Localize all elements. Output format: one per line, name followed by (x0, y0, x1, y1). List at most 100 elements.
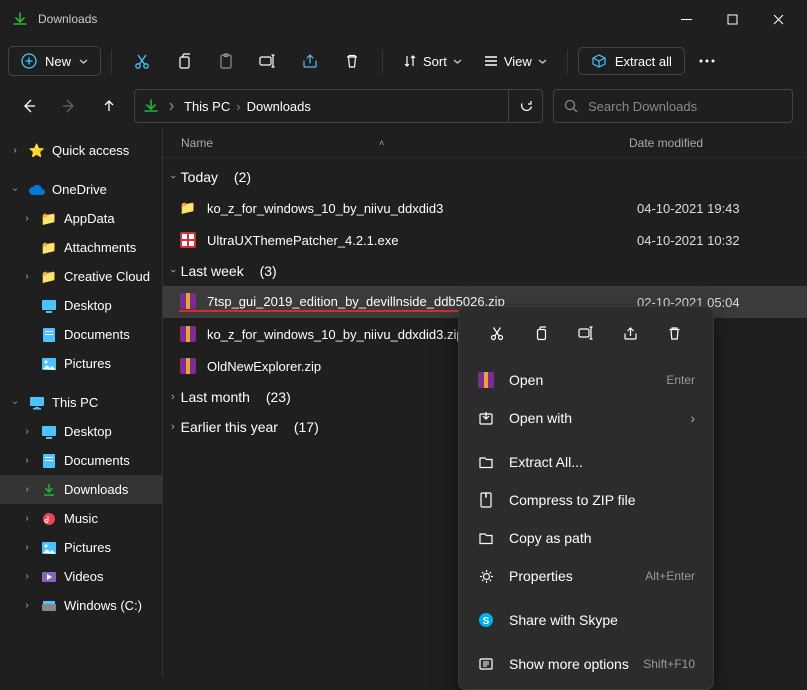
drive-icon (40, 597, 58, 615)
sidebar-item-pictures[interactable]: ›Pictures (0, 533, 162, 562)
window-title: Downloads (38, 12, 663, 26)
downloads-icon (143, 98, 159, 114)
extract-icon (591, 53, 607, 69)
folder-icon: 📁 (179, 199, 197, 217)
folder-icon: 📁 (40, 210, 58, 228)
desktop-icon (40, 297, 58, 315)
folder-icon: 📁 (40, 268, 58, 286)
sidebar-item-pictures-od[interactable]: Pictures (0, 349, 162, 378)
pictures-icon (40, 355, 58, 373)
sidebar-item-desktop[interactable]: ›Desktop (0, 417, 162, 446)
search-icon (564, 99, 578, 113)
sort-label: Sort (423, 54, 447, 69)
group-last-week[interactable]: ›Last week (3) (163, 256, 807, 286)
chevron-down-icon: › (10, 183, 21, 197)
minimize-button[interactable] (663, 0, 709, 38)
sidebar-item-quick-access[interactable]: › ⭐ Quick access (0, 136, 162, 165)
sidebar-item-desktop-od[interactable]: Desktop (0, 291, 162, 320)
separator (567, 49, 568, 73)
ctx-properties[interactable]: PropertiesAlt+Enter (459, 557, 713, 595)
sidebar-item-documents-od[interactable]: Documents (0, 320, 162, 349)
ctx-show-more[interactable]: Show more optionsShift+F10 (459, 645, 713, 683)
titlebar: Downloads (0, 0, 807, 38)
sidebar-item-downloads[interactable]: ›Downloads (0, 475, 162, 504)
star-icon: ⭐ (28, 142, 46, 160)
zip-icon (179, 357, 197, 375)
ctx-extract-all[interactable]: Extract All... (459, 443, 713, 481)
chevron-down-icon (538, 57, 547, 66)
ctx-copy-path[interactable]: Copy as path (459, 519, 713, 557)
column-headers: Name˄ Date modified (163, 128, 807, 158)
videos-icon (40, 568, 58, 586)
sidebar-item-onedrive[interactable]: › OneDrive (0, 175, 162, 204)
forward-button[interactable] (54, 91, 84, 121)
file-row[interactable]: 📁ko_z_for_windows_10_by_niivu_ddxdid304-… (163, 192, 807, 224)
ctx-delete-button[interactable] (658, 319, 692, 347)
cut-icon (133, 52, 151, 70)
crumb-downloads[interactable]: Downloads (247, 99, 311, 114)
chevron-right-icon: › (20, 455, 34, 466)
chevron-right-icon: › (8, 145, 22, 156)
extract-all-button[interactable]: Extract all (578, 47, 685, 75)
ctx-share-skype[interactable]: SShare with Skype (459, 601, 713, 639)
file-row[interactable]: UltraUXThemePatcher_4.2.1.exe04-10-2021 … (163, 224, 807, 256)
sort-icon (403, 54, 417, 68)
view-label: View (504, 54, 532, 69)
close-button[interactable] (755, 0, 801, 38)
ctx-share-button[interactable] (613, 319, 647, 347)
chevron-down-icon (453, 57, 462, 66)
column-name[interactable]: Name˄ (181, 136, 629, 150)
sidebar-item-attachments[interactable]: 📁Attachments (0, 233, 162, 262)
chevron-right-icon: › (20, 426, 34, 437)
chevron-right-icon: › (20, 213, 34, 224)
delete-button[interactable] (332, 43, 372, 79)
up-button[interactable] (94, 91, 124, 121)
sidebar-item-this-pc[interactable]: › This PC (0, 388, 162, 417)
chevron-icon: › (167, 175, 179, 179)
ctx-copy-button[interactable] (525, 319, 559, 347)
maximize-button[interactable] (709, 0, 755, 38)
properties-icon (477, 567, 495, 585)
cut-button[interactable] (122, 43, 162, 79)
svg-text:S: S (483, 616, 490, 627)
ctx-open[interactable]: OpenEnter (459, 361, 713, 399)
sidebar-item-appdata[interactable]: ›📁AppData (0, 204, 162, 233)
copy-button[interactable] (164, 43, 204, 79)
copy-icon (534, 326, 549, 341)
new-button[interactable]: New (8, 46, 101, 76)
ctx-open-with[interactable]: Open with› (459, 399, 713, 437)
sidebar-item-music[interactable]: ›Music (0, 504, 162, 533)
back-button[interactable] (14, 91, 44, 121)
documents-icon (40, 326, 58, 344)
context-icon-row (459, 313, 713, 355)
rename-button[interactable] (248, 43, 288, 79)
paste-button[interactable] (206, 43, 246, 79)
extract-icon (477, 453, 495, 471)
pictures-icon (40, 539, 58, 557)
ctx-rename-button[interactable] (569, 319, 603, 347)
separator (382, 49, 383, 73)
exe-icon (179, 231, 197, 249)
column-date[interactable]: Date modified (629, 136, 789, 150)
chevron-right-icon: › (20, 271, 34, 282)
address-bar[interactable]: This PC › Downloads (134, 89, 543, 123)
crumb-this-pc[interactable]: This PC (184, 99, 230, 114)
more-button[interactable] (687, 59, 727, 63)
share-button[interactable] (290, 43, 330, 79)
separator (111, 49, 112, 73)
trash-icon (344, 53, 360, 69)
sidebar-item-videos[interactable]: ›Videos (0, 562, 162, 591)
ctx-compress[interactable]: Compress to ZIP file (459, 481, 713, 519)
sort-button[interactable]: Sort (393, 50, 472, 73)
ctx-cut-button[interactable] (480, 319, 514, 347)
view-button[interactable]: View (474, 50, 557, 73)
group-today[interactable]: ›Today (2) (163, 162, 807, 192)
search-input[interactable]: Search Downloads (553, 89, 793, 123)
compress-icon (477, 491, 495, 509)
rename-icon (578, 326, 594, 340)
refresh-icon[interactable] (519, 99, 534, 114)
sidebar-item-documents[interactable]: ›Documents (0, 446, 162, 475)
sidebar-item-windows-c[interactable]: ›Windows (C:) (0, 591, 162, 620)
music-icon (40, 510, 58, 528)
sidebar-item-creative[interactable]: ›📁Creative Cloud (0, 262, 162, 291)
